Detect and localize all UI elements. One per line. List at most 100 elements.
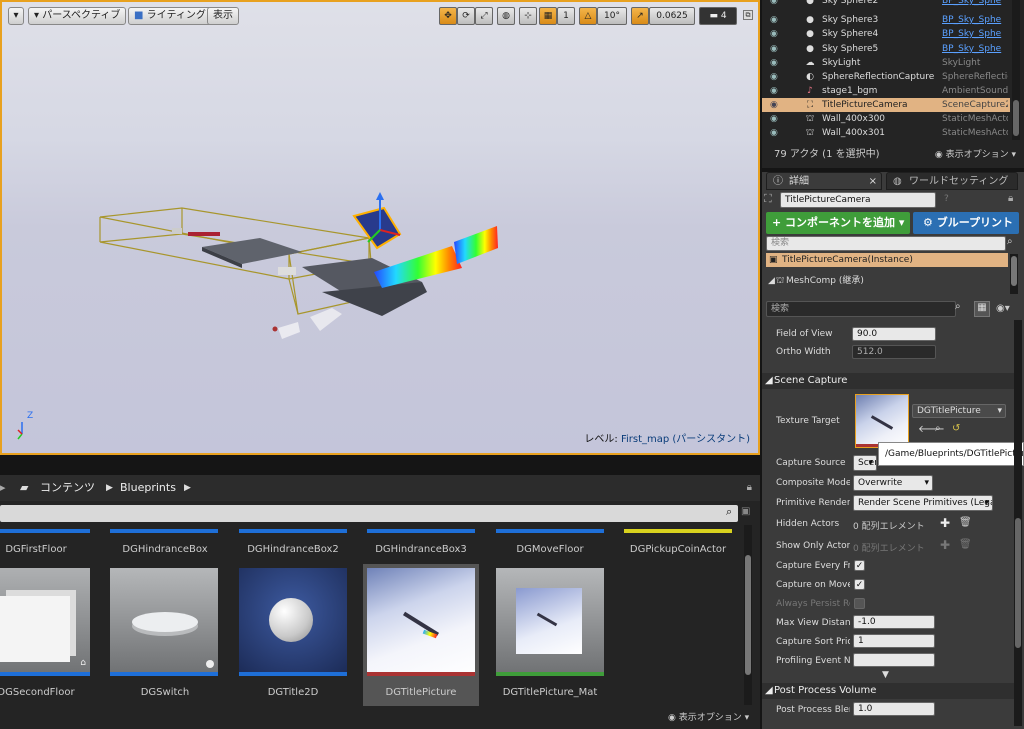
breadcrumb: ▸ ▰ コンテンツ ▶ Blueprints ▶ 🔒︎ <box>0 475 760 501</box>
max-view-distance-label: Max View Distance <box>776 618 850 628</box>
always-persist-checkbox[interactable] <box>854 598 865 609</box>
expand-advanced-icon[interactable]: ▼ <box>882 670 889 680</box>
asset-label[interactable]: DGHindranceBox2 <box>231 544 355 555</box>
composite-mode-dropdown[interactable]: Overwrite <box>853 475 933 491</box>
capture-every-frame-checkbox[interactable]: ✓ <box>854 560 865 571</box>
asset-label[interactable]: DGMoveFloor <box>488 544 612 555</box>
asset-label[interactable]: DGPickupCoinActor <box>616 544 740 555</box>
view-options-button[interactable]: ◉ 表示オプション ▾ <box>935 145 1016 165</box>
breadcrumb-content[interactable]: コンテンツ <box>40 475 95 501</box>
outliner-row[interactable]: ◉ ⛫ Wall_400x300 StaticMeshActo <box>762 112 1010 126</box>
outliner-row[interactable]: ◉ ☁ SkyLight SkyLight <box>762 56 1010 70</box>
details-search-input[interactable]: 検索 <box>766 301 956 317</box>
tab-details[interactable]: 詳細 ⓘ × <box>766 172 882 190</box>
eye-icon[interactable]: ◉ <box>770 56 778 70</box>
asset-label[interactable]: DGTitle2D <box>231 687 355 698</box>
content-view-options-button[interactable]: ◉ 表示オプション ▾ <box>668 710 749 723</box>
mesh-icon: ⛫ <box>776 276 785 286</box>
trash-icon[interactable]: 🗑︎ <box>959 517 972 528</box>
outliner-row[interactable]: ◉ ● Sky Sphere4 BP_Sky_Sphe <box>762 27 1010 41</box>
primitive-render-dropdown[interactable]: Render Scene Primitives (Lega <box>853 495 993 511</box>
texture-target-dropdown[interactable]: DGTitlePicture <box>912 404 1006 418</box>
outliner-row[interactable]: ◉ ◐ SphereReflectionCapture SphereReflectio <box>762 70 1010 84</box>
component-icon: ▣ <box>769 255 778 265</box>
blueprint-button[interactable]: ⚙ ブループリント <box>913 212 1019 234</box>
asset-label[interactable]: DGSwitch <box>103 687 227 698</box>
home-icon: ⌂ <box>80 658 86 668</box>
component-scrollbar[interactable] <box>1010 254 1018 294</box>
close-icon[interactable]: × <box>869 173 877 191</box>
outliner-row[interactable]: ◉ ⛫ Wall_400x301 StaticMeshActo <box>762 126 1010 140</box>
asset-thumbnail[interactable] <box>110 568 218 676</box>
outliner-row[interactable]: ◉ ● Sky Sphere2 BP_Sky_Sphe <box>762 0 1010 8</box>
field-of-view-input[interactable]: 90.0 <box>852 327 936 341</box>
component-search-input[interactable]: 検索 <box>766 236 1006 251</box>
capture-source-dropdown[interactable]: Scen <box>853 455 877 471</box>
asset-label[interactable]: DGTitlePicture <box>359 687 483 698</box>
ortho-width-input[interactable]: 512.0 <box>852 345 936 359</box>
details-scrollbar[interactable] <box>1014 320 1022 726</box>
asset-thumbnail[interactable] <box>496 568 604 676</box>
content-scrollbar[interactable] <box>744 525 752 705</box>
add-icon[interactable]: ✚ <box>940 516 950 530</box>
post-process-volume-section[interactable]: ◢ Post Process Volume <box>762 683 1014 699</box>
eye-icon[interactable]: ◉ <box>770 84 778 98</box>
asset-thumbnail[interactable] <box>367 568 475 676</box>
level-viewport[interactable]: ▾ ▾ パースペクティブ ■ ライティング 表示 ✥ ⟳ ⤢ ◍ ⊹ ▦ 1 △… <box>0 0 760 455</box>
texture-target-label: Texture Target <box>776 416 840 426</box>
asset-label[interactable]: DGHindranceBox3 <box>359 544 483 555</box>
reset-arrow-icon[interactable]: ↺ <box>952 423 960 434</box>
texture-target-thumbnail[interactable] <box>855 394 909 448</box>
outliner-scrollbar[interactable] <box>1012 0 1020 140</box>
outliner-row[interactable]: ◉ ♪ stage1_bgm AmbientSound <box>762 84 1010 98</box>
add-icon[interactable]: ✚ <box>940 538 950 552</box>
asset-label[interactable]: DGTitlePicture_Mat <box>488 687 612 698</box>
meshcomp-row[interactable]: ◢ ⛫ MeshComp (継承) <box>766 274 1008 288</box>
profiling-event-name-input[interactable] <box>853 653 935 667</box>
sphere-icon: ● <box>806 44 814 54</box>
actor-name-field[interactable]: TitlePictureCamera <box>780 192 936 208</box>
lock-icon[interactable]: 🔒︎ <box>747 475 752 501</box>
asset-search-input[interactable] <box>0 505 738 522</box>
history-arrow-icon[interactable]: ▸ <box>0 475 6 501</box>
asset-label[interactable]: DGHindranceBox <box>103 544 227 555</box>
post-process-blend-input[interactable]: 1.0 <box>853 702 935 716</box>
level-label: レベル: First_map (パーシスタント) <box>584 434 750 445</box>
eye-icon[interactable]: ◉ <box>770 13 778 27</box>
eye-icon[interactable]: ◉ <box>770 98 778 112</box>
max-view-distance-input[interactable]: -1.0 <box>853 615 935 629</box>
asset-label[interactable]: DGSecondFloor <box>0 687 98 698</box>
outliner-row[interactable]: ◉ ● Sky Sphere5 BP_Sky_Sphe <box>762 42 1010 56</box>
asset-path-tooltip: /Game/Blueprints/DGTitlePicture <box>878 442 1024 466</box>
help-icon[interactable]: ? <box>944 194 949 204</box>
asset-label[interactable]: DGFirstFloor <box>0 544 98 555</box>
use-selected-arrow-icon[interactable]: 🡐 <box>918 423 945 435</box>
outliner-row-selected[interactable]: ◉ ⛶ TitlePictureCamera SceneCapture2 <box>762 98 1010 112</box>
eye-icon[interactable]: ◉ <box>770 112 778 126</box>
eye-icon[interactable]: ◉ <box>770 27 778 41</box>
search-icon[interactable]: ⌕ <box>955 301 961 312</box>
browse-search-icon[interactable]: ⌕ <box>935 423 941 434</box>
eye-icon[interactable]: ◉ <box>770 126 778 140</box>
add-component-button[interactable]: + コンポーネントを追加 ▾ <box>766 212 910 234</box>
capture-sort-priority-input[interactable]: 1 <box>853 634 935 648</box>
asset-thumbnail[interactable] <box>239 568 347 676</box>
trash-icon[interactable]: 🗑︎ <box>959 539 972 550</box>
eye-icon[interactable]: ◉ <box>770 42 778 56</box>
save-search-icon[interactable]: ▣ <box>741 506 750 517</box>
eye-icon[interactable]: ◉▾ <box>996 303 1010 314</box>
capture-on-movement-checkbox[interactable]: ✓ <box>854 579 865 590</box>
outliner-row[interactable]: ◉ ● Sky Sphere3 BP_Sky_Sphe <box>762 13 1010 27</box>
eye-icon[interactable]: ◉ <box>770 0 778 8</box>
lock-icon[interactable]: 🔒︎ <box>1008 193 1013 204</box>
eye-icon[interactable]: ◉ <box>770 70 778 84</box>
breadcrumb-blueprints[interactable]: Blueprints <box>120 475 176 501</box>
search-icon[interactable]: ⌕ <box>1007 236 1013 247</box>
asset-thumbnail[interactable]: ⌂ <box>0 568 90 676</box>
search-icon[interactable]: ⌕ <box>726 505 732 519</box>
sphere-icon: ● <box>806 29 814 39</box>
tab-world-settings[interactable]: ワールドセッティング ◍ <box>886 172 1018 190</box>
component-instance-row[interactable]: ▣ TitlePictureCamera(Instance) <box>766 253 1008 267</box>
grid-view-icon[interactable]: ▦ <box>974 301 990 317</box>
scene-capture-section[interactable]: ◢ Scene Capture <box>762 373 1014 389</box>
